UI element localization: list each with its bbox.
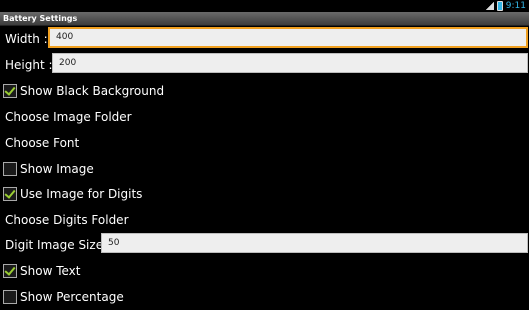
battery-icon [496,1,503,11]
signal-icon [485,2,494,10]
height-label: Height : [5,58,53,72]
choose-font-item[interactable]: Choose Font [5,136,79,150]
width-label: Width : [5,32,48,46]
show-text-label: Show Text [20,264,81,278]
status-time: 9:11 [505,1,526,11]
title-bar: Battery Settings [0,12,529,26]
show-black-background-checkbox[interactable] [3,84,17,98]
status-bar: 9:11 [0,0,529,12]
page-title: Battery Settings [3,14,78,23]
show-text-checkbox[interactable] [3,264,17,278]
status-indicators: 9:11 [485,0,526,12]
show-black-background-label: Show Black Background [20,84,165,98]
show-image-checkbox[interactable] [3,162,17,176]
height-input[interactable]: 200 [52,53,528,73]
use-image-for-digits-label: Use Image for Digits [20,187,143,201]
digit-image-size-input[interactable]: 50 [101,233,528,253]
choose-image-folder-item[interactable]: Choose Image Folder [5,110,132,124]
use-image-for-digits-checkbox[interactable] [3,187,17,201]
show-percentage-checkbox[interactable] [3,290,17,304]
show-percentage-label: Show Percentage [20,290,124,304]
width-input[interactable]: 400 [48,27,528,48]
show-image-label: Show Image [20,162,94,176]
digit-image-size-label: Digit Image Size : [5,238,111,252]
choose-digits-folder-item[interactable]: Choose Digits Folder [5,213,129,227]
